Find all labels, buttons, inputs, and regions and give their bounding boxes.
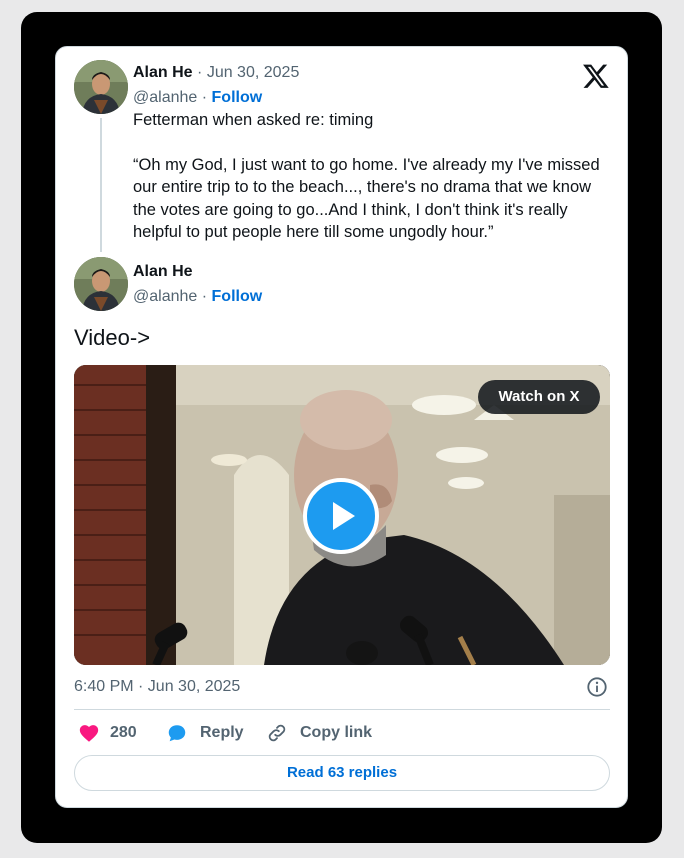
watch-on-x-button[interactable]: Watch on X <box>478 380 600 414</box>
x-logo-icon[interactable] <box>582 62 610 90</box>
follow-button[interactable]: Follow <box>212 288 263 305</box>
author-name[interactable]: Alan He <box>133 64 193 81</box>
author-handle[interactable]: @alanhe <box>133 89 197 106</box>
copy-link-label: Copy link <box>300 724 373 741</box>
like-button[interactable]: 280 <box>78 722 148 744</box>
read-replies-button[interactable]: Read 63 replies <box>74 755 610 791</box>
author-name[interactable]: Alan He <box>133 263 193 280</box>
like-count: 280 <box>110 724 137 741</box>
avatar[interactable] <box>74 257 128 311</box>
tweet-quote: “Oh my God, I just want to go home. I've… <box>133 155 600 242</box>
reply-label: Reply <box>200 724 244 741</box>
copy-link-button[interactable]: Copy link <box>266 722 376 744</box>
tweet-text-line: Fetterman when asked re: timing <box>133 111 374 129</box>
follow-button[interactable]: Follow <box>212 89 263 106</box>
play-button[interactable] <box>303 478 379 554</box>
info-icon[interactable] <box>586 676 608 698</box>
author-handle[interactable]: @alanhe <box>133 288 197 305</box>
play-icon <box>333 502 355 530</box>
reply-text: Video-> <box>74 325 151 350</box>
tweet-timestamp[interactable]: 6:40 PM · Jun 30, 2025 <box>74 677 240 697</box>
tweet-date[interactable]: Jun 30, 2025 <box>207 64 300 81</box>
divider <box>74 709 610 710</box>
tweet-text: Fetterman when asked re: timing “Oh my G… <box>133 109 613 244</box>
reply-button[interactable]: Reply <box>166 722 246 744</box>
tweet-header: Alan He · Jun 30, 2025 <box>133 64 300 81</box>
reply-subheader: @alanhe · Follow <box>133 288 263 305</box>
reply-bubble-icon <box>168 725 186 742</box>
reply-header: Alan He <box>133 262 193 282</box>
heart-icon <box>79 725 99 742</box>
tweet-subheader: @alanhe · Follow <box>133 89 263 106</box>
thread-connector <box>100 118 102 252</box>
avatar[interactable] <box>74 60 128 114</box>
link-icon <box>268 724 286 742</box>
